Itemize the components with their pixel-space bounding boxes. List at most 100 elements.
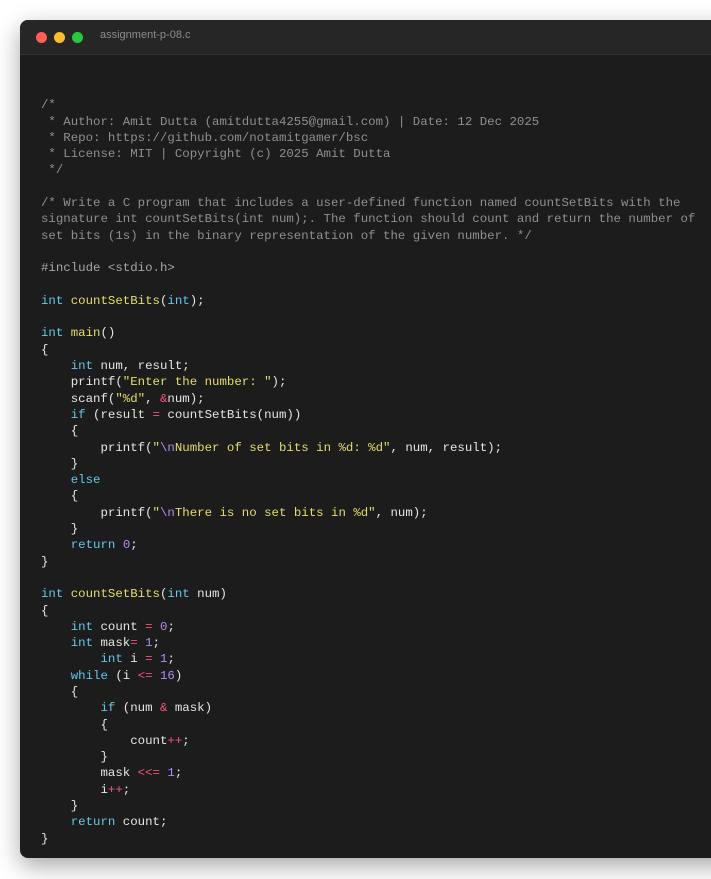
code-line: } xyxy=(41,798,695,814)
code-token: = xyxy=(145,619,153,634)
code-token: int xyxy=(70,619,94,634)
code-token: 1 xyxy=(145,636,153,651)
code-line: { xyxy=(41,717,695,733)
code-token: printf( xyxy=(41,505,153,520)
code-token: /* Write a C program that includes a use… xyxy=(41,196,681,211)
code-token: 16 xyxy=(160,668,175,683)
code-token: } xyxy=(41,554,49,569)
code-token: { xyxy=(41,603,49,618)
code-token: , num); xyxy=(375,505,428,520)
code-line: } xyxy=(41,456,695,472)
code-token: { xyxy=(41,489,79,504)
code-token: "Enter the number: " xyxy=(122,375,272,390)
code-token: i xyxy=(41,782,108,797)
code-line: scanf("%d", &num); xyxy=(41,391,695,407)
code-token: * Repo: https://github.com/notamitgamer/… xyxy=(41,130,369,145)
code-token: { xyxy=(41,424,79,439)
code-token: int xyxy=(41,293,64,308)
code-token: count xyxy=(93,619,146,634)
code-token: ; xyxy=(167,652,175,667)
code-line: { xyxy=(41,423,695,439)
minimize-window-button[interactable] xyxy=(54,32,65,43)
code-token: (i xyxy=(107,668,138,683)
code-token: <= xyxy=(137,668,153,683)
code-line: int count = 0; xyxy=(41,619,695,635)
code-line: } xyxy=(41,831,695,847)
code-token: { xyxy=(41,342,49,357)
code-line: if (result = countSetBits(num)) xyxy=(41,407,695,423)
code-line: while (i <= 16) xyxy=(41,668,695,684)
code-token: = xyxy=(152,407,160,422)
code-line: signature int countSetBits(int num);. Th… xyxy=(41,211,695,227)
code-line: */ xyxy=(41,162,695,178)
code-token: () xyxy=(100,326,116,341)
code-line: { xyxy=(41,684,695,700)
code-token: int xyxy=(100,652,123,667)
code-token: countSetBits xyxy=(70,293,160,308)
code-line: return 0; xyxy=(41,537,695,553)
code-token: return xyxy=(70,815,116,830)
code-token: num); xyxy=(167,391,205,406)
code-token: Number of set bits in %d: %d" xyxy=(174,440,391,455)
code-token: set bits (1s) in the binary representati… xyxy=(41,228,532,243)
code-token: int xyxy=(70,359,94,374)
code-token: int xyxy=(41,587,64,602)
code-token: * Author: Amit Dutta (amitdutta4255@gmai… xyxy=(41,114,540,129)
maximize-window-button[interactable] xyxy=(72,32,83,43)
code-token: ; xyxy=(174,766,183,781)
code-token: ; xyxy=(130,538,138,553)
code-token: ; xyxy=(152,636,160,651)
code-token: \n xyxy=(159,440,175,455)
code-line: count++; xyxy=(41,733,695,749)
code-line: mask <<= 1; xyxy=(41,765,695,781)
code-token: } xyxy=(41,799,79,814)
code-token: \n xyxy=(159,505,175,520)
code-token: num, result; xyxy=(93,359,190,374)
close-window-button[interactable] xyxy=(36,32,47,43)
code-token: countSetBits xyxy=(70,587,160,602)
code-token: num) xyxy=(189,587,227,602)
code-line: printf("Enter the number: "); xyxy=(41,374,695,390)
code-token: "%d" xyxy=(115,391,146,406)
code-line: * Author: Amit Dutta (amitdutta4255@gmai… xyxy=(41,114,695,130)
code-token: ; xyxy=(182,733,190,748)
code-token: ++ xyxy=(167,733,183,748)
code-line: int i = 1; xyxy=(41,651,695,667)
code-token: , num, result); xyxy=(390,440,503,455)
code-line: } xyxy=(41,749,695,765)
code-token: ; xyxy=(167,619,175,634)
code-line: #include <stdio.h> xyxy=(41,260,695,276)
code-token: " xyxy=(152,440,160,455)
code-token: } xyxy=(41,750,108,765)
code-token: } xyxy=(41,522,79,537)
code-line: printf("\nNumber of set bits in %d: %d",… xyxy=(41,440,695,456)
code-token: ); xyxy=(189,293,205,308)
code-token: int xyxy=(41,326,64,341)
code-token: scanf( xyxy=(41,391,116,406)
code-area[interactable]: /* * Author: Amit Dutta (amitdutta4255@g… xyxy=(41,81,695,847)
code-token: ++ xyxy=(107,782,123,797)
code-token: ) xyxy=(174,668,183,683)
window-titlebar: assignment-p-08.c xyxy=(20,20,711,55)
code-token: count xyxy=(41,733,168,748)
code-line: i++; xyxy=(41,782,695,798)
code-token: * License: MIT | Copyright (c) 2025 Amit… xyxy=(41,147,391,162)
code-token: */ xyxy=(41,163,64,178)
code-token: } xyxy=(41,456,79,471)
code-token: #include <stdio.h> xyxy=(41,261,175,276)
